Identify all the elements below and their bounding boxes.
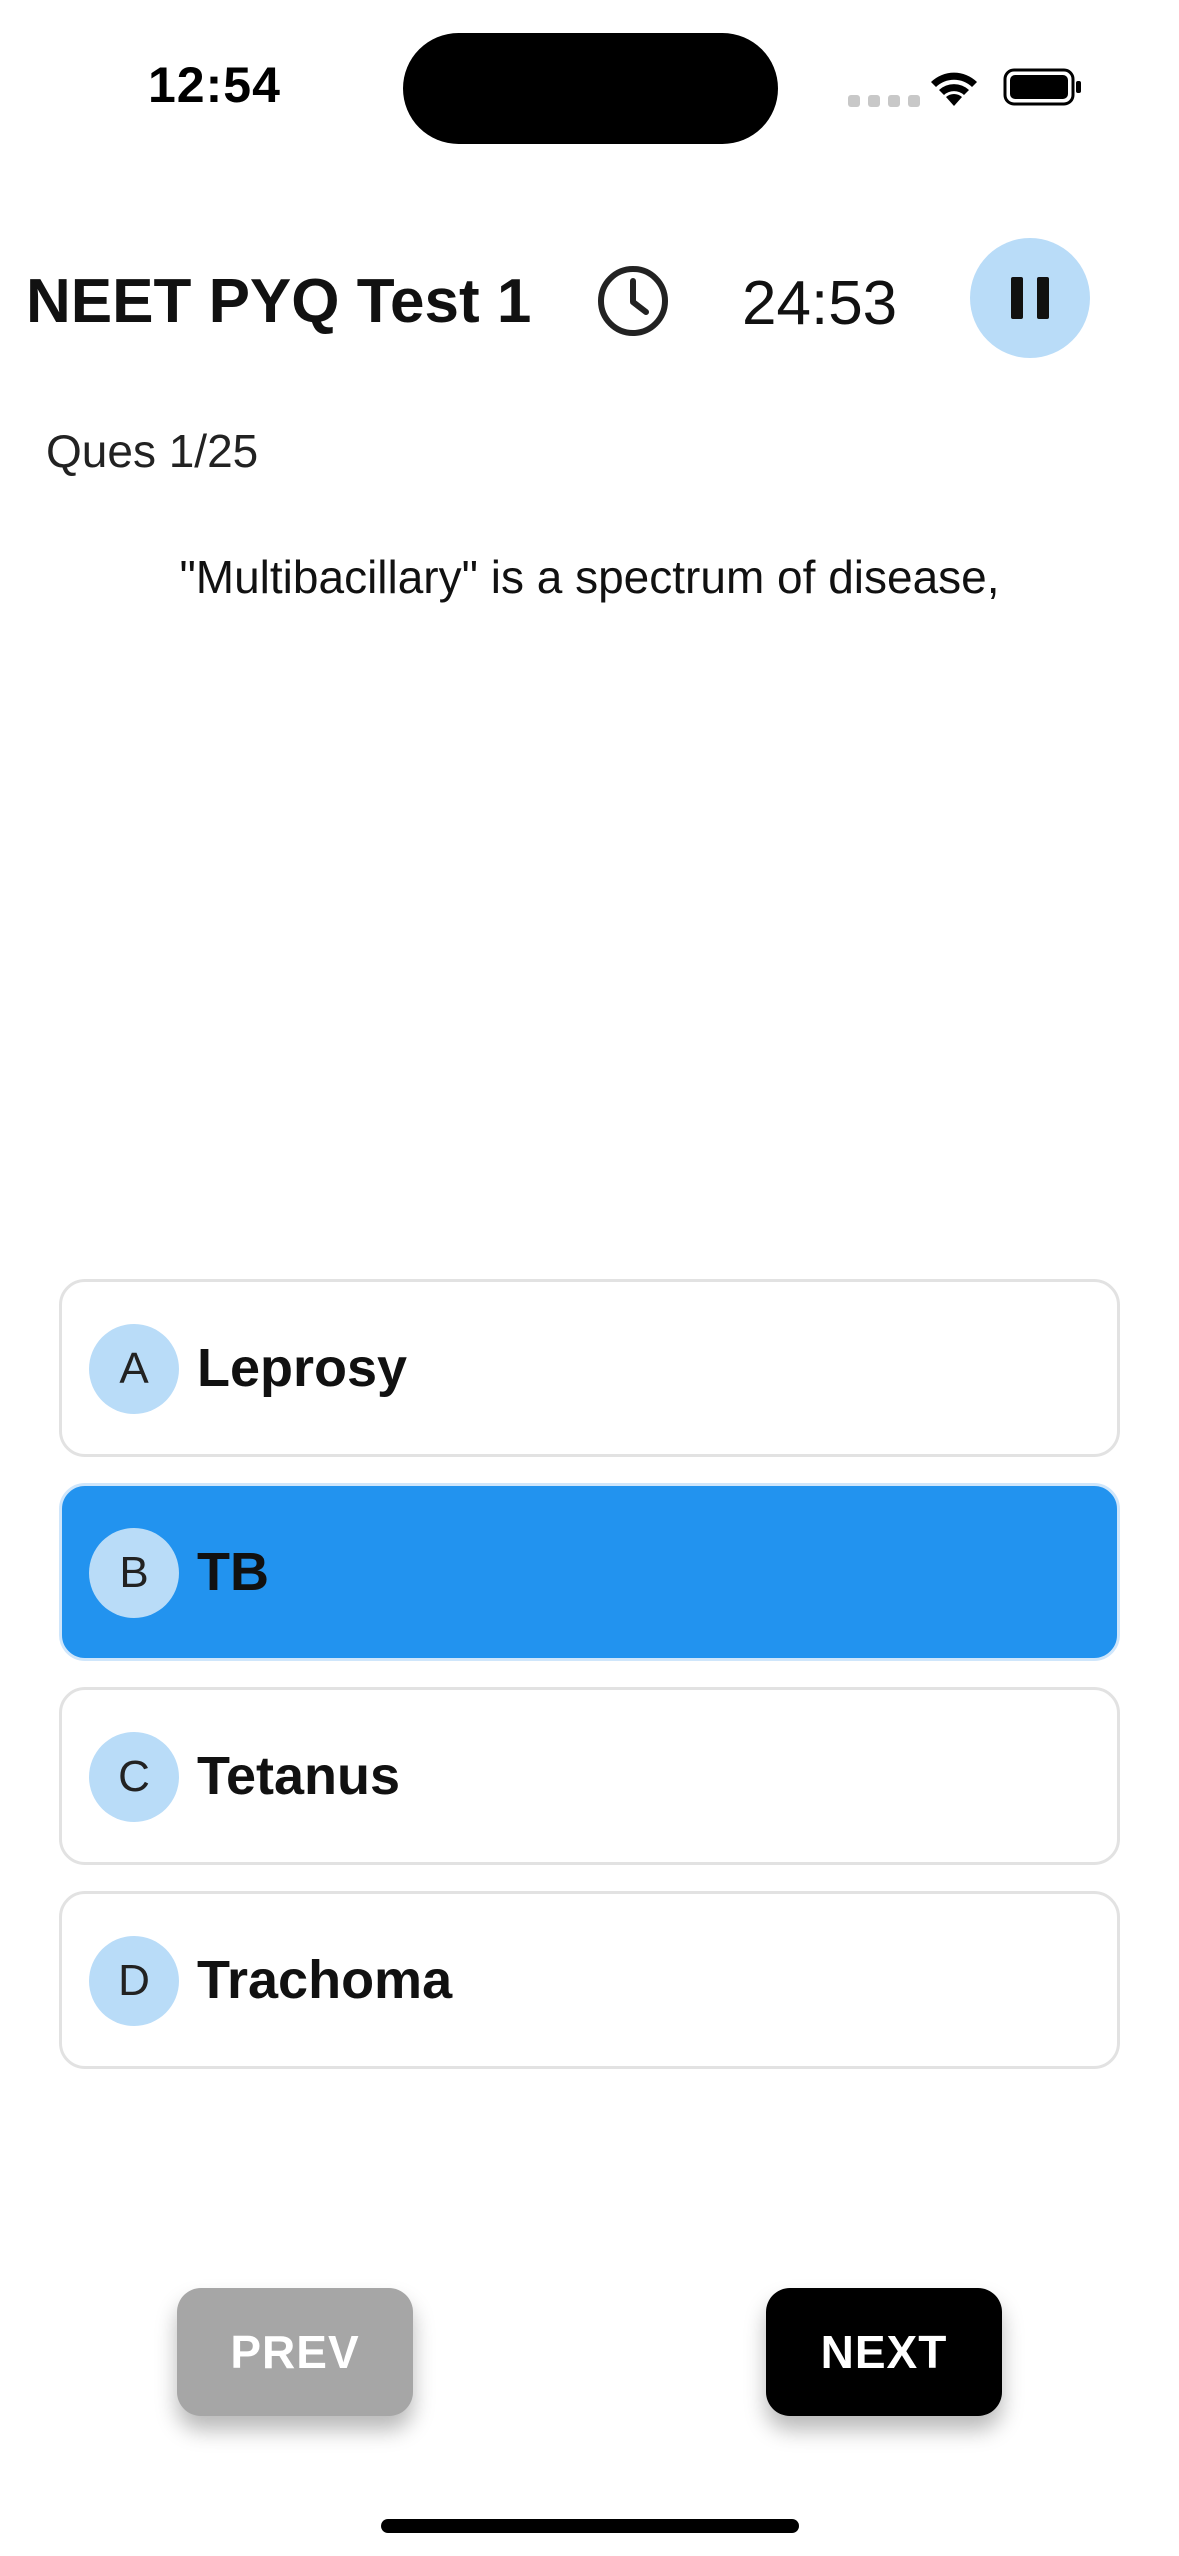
status-time: 12:54 [148,57,281,113]
option-letter-badge: A [89,1324,179,1414]
option-letter-badge: D [89,1936,179,2026]
timer-text: 24:53 [742,269,898,338]
option-label: Tetanus [197,1746,401,1806]
option-a[interactable]: A Leprosy [59,1279,1120,1457]
cellular-signal-icon [848,95,920,107]
battery-icon [1003,68,1081,106]
option-d[interactable]: D Trachoma [59,1891,1120,2069]
test-title: NEET PYQ Test 1 [26,267,532,336]
option-b[interactable]: B TB [59,1483,1120,1661]
next-button[interactable]: NEXT [766,2288,1002,2416]
answer-options: A Leprosy B TB C Tetanus D Trachoma [59,1279,1120,2095]
pause-icon [1011,277,1023,319]
pause-button[interactable] [970,238,1090,358]
option-label: Leprosy [197,1338,408,1398]
option-letter-badge: B [89,1528,179,1618]
dynamic-island [403,33,778,144]
option-letter-badge: C [89,1732,179,1822]
question-text: "Multibacillary" is a spectrum of diseas… [179,551,1000,603]
question-counter: Ques 1/25 [46,425,259,477]
wifi-icon [931,72,977,106]
option-c[interactable]: C Tetanus [59,1687,1120,1865]
home-indicator[interactable] [381,2519,799,2533]
clock-icon [598,266,668,336]
status-bar: 12:54 [0,0,1179,180]
prev-button[interactable]: PREV [177,2288,413,2416]
option-label: Trachoma [197,1950,453,2010]
test-header: NEET PYQ Test 1 24:53 [0,236,1179,366]
option-label: TB [197,1542,269,1602]
